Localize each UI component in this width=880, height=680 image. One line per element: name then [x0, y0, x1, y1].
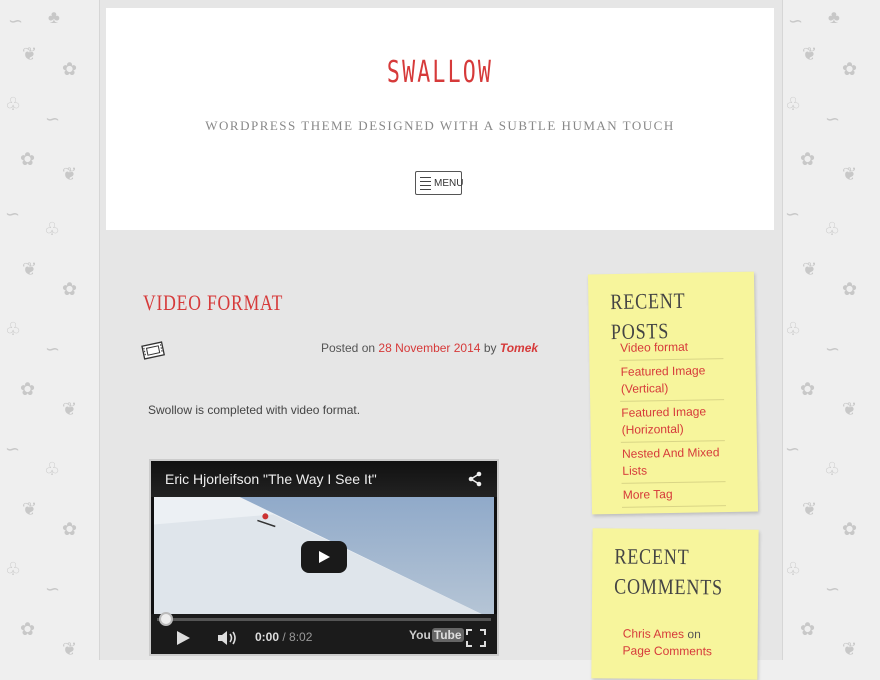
comment-post-link[interactable]: Page Comments — [623, 644, 712, 659]
play-overlay-button[interactable] — [301, 541, 347, 573]
recent-post-link[interactable]: More Tag — [623, 487, 673, 502]
play-icon — [319, 551, 330, 563]
progress-bar[interactable] — [157, 612, 491, 626]
list-item: Featured Image (Horizontal) — [620, 400, 725, 443]
post-meta: Posted on 28 November 2014 by Tomek — [321, 341, 538, 355]
list-item: Nested And Mixed Lists — [620, 441, 726, 484]
list-item: Chris Ames on Page Comments — [621, 623, 731, 664]
recent-post-link[interactable]: Video format — [620, 340, 688, 355]
video-controls: 0:00 / 8:02 You Tube — [151, 612, 497, 654]
recent-post-link[interactable]: Featured Image (Horizontal) — [621, 404, 706, 436]
volume-icon[interactable] — [217, 629, 239, 652]
post-body-text: Swollow is completed with video format. — [148, 403, 361, 417]
menu-button[interactable]: MENU — [415, 171, 464, 195]
menu-label: MENU — [434, 177, 464, 189]
duration: / 8:02 — [282, 630, 313, 644]
post-title[interactable]: Video format — [143, 290, 283, 316]
recent-posts-list: Video format Featured Image (Vertical) F… — [619, 335, 726, 508]
background-pattern-left: ∽ ♣ ❦ ✿ ♧ ∽ ✿ ❦ ∽ ♧ ❦ ✿ ♧ ∽ ✿ ❦ ∽ ♧ ❦ ✿ ♧ ∽ ✿ ❦ — [5, 7, 78, 659]
posted-on-label: Posted on — [321, 341, 376, 355]
film-icon — [141, 340, 166, 360]
video-title[interactable]: Eric Hjorleifson "The Way I See It" — [165, 471, 377, 487]
comment-author-link[interactable]: Chris Ames — [623, 627, 684, 642]
fullscreen-icon[interactable] — [466, 629, 486, 652]
recent-post-link[interactable]: Nested And Mixed Lists — [622, 445, 720, 478]
current-time: 0:00 — [255, 630, 280, 644]
list-item: More Tag — [621, 482, 726, 508]
site-header: Swallow WordPress Theme designed with a … — [106, 8, 774, 230]
recent-comments-list: Chris Ames on Page Comments — [621, 623, 731, 664]
list-item: Video format — [619, 335, 724, 361]
video-player[interactable]: Eric Hjorleifson "The Way I See It" 0:00… — [149, 459, 499, 656]
author-link[interactable]: Tomek — [500, 341, 538, 355]
play-icon[interactable] — [175, 630, 191, 651]
page-container: Swallow WordPress Theme designed with a … — [99, 0, 783, 680]
by-label: by — [483, 341, 497, 355]
share-icon[interactable] — [467, 471, 483, 487]
video-title-bar: Eric Hjorleifson "The Way I See It" — [151, 461, 497, 497]
youtube-logo[interactable]: You Tube — [409, 628, 464, 642]
comment-on-label: on — [687, 627, 701, 642]
progress-handle[interactable] — [159, 612, 173, 626]
post-date-link[interactable]: 28 November 2014 — [378, 341, 480, 355]
site-description: WordPress Theme designed with a subtle h… — [205, 118, 675, 133]
youtube-logo-you: You — [409, 628, 431, 642]
time-display: 0:00 / 8:02 — [255, 630, 312, 644]
list-item: Featured Image (Vertical) — [619, 359, 725, 402]
youtube-logo-tube: Tube — [431, 628, 464, 642]
widget-title-recent-comments: Recent Comments — [614, 543, 724, 600]
recent-posts-widget: Recent Posts Video format Featured Image… — [587, 271, 759, 515]
recent-post-link[interactable]: Featured Image (Vertical) — [621, 363, 706, 395]
background-pattern-right: ∽ ♣ ❦ ✿ ♧ ∽ ✿ ❦ ∽ ♧ ❦ ✿ ♧ ∽ ✿ ❦ ∽ ♧ ❦ ✿ ♧ ∽ ✿ ❦ — [785, 7, 858, 659]
hamburger-icon — [420, 176, 431, 190]
recent-comments-widget: Recent Comments Chris Ames on Page Comme… — [591, 528, 759, 680]
site-title[interactable]: Swallow — [200, 55, 681, 90]
